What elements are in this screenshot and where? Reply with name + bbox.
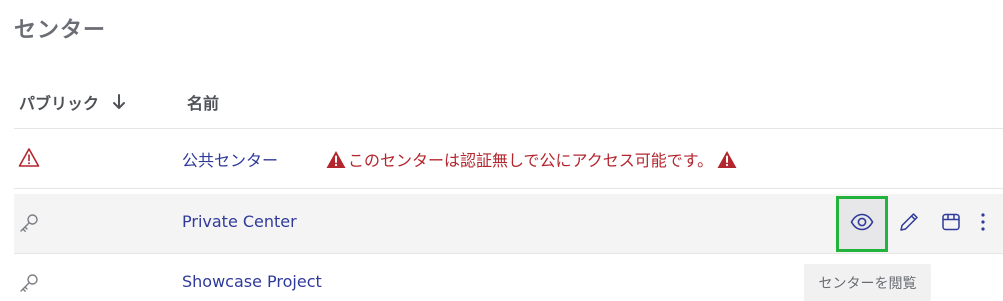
key-icon	[18, 212, 40, 234]
sort-arrow-down-icon[interactable]	[111, 93, 127, 111]
column-header-public[interactable]: パブリック	[19, 90, 127, 114]
table-row: 公共センター このセンターは認証無しで公にアクセス可能です。	[14, 129, 1003, 189]
edit-center-button[interactable]	[888, 203, 930, 245]
key-icon	[18, 272, 40, 294]
center-name-link[interactable]: Private Center	[182, 212, 297, 231]
eye-icon	[850, 213, 874, 235]
view-center-tooltip: センターを閲覧	[804, 264, 931, 301]
public-access-warning: このセンターは認証無しで公にアクセス可能です。	[326, 147, 737, 171]
warning-triangle-icon	[18, 147, 40, 169]
more-vertical-icon	[980, 212, 986, 236]
center-name-link[interactable]: Showcase Project	[182, 272, 322, 291]
centers-page: センター パブリック 名前 公共センター このセンターは認証無しで公にアクセス可…	[0, 0, 1003, 301]
box-icon	[940, 211, 962, 237]
column-header-name[interactable]: 名前	[187, 90, 219, 114]
page-title: センター	[14, 18, 107, 43]
more-options-button[interactable]	[972, 203, 994, 245]
pencil-icon	[898, 211, 920, 237]
warning-filled-icon	[326, 150, 346, 169]
table-header: パブリック 名前	[14, 82, 1003, 129]
row-actions	[836, 194, 994, 253]
table-row: Private Center	[14, 194, 1003, 254]
center-name-link[interactable]: 公共センター	[182, 147, 278, 171]
column-header-public-label: パブリック	[19, 94, 100, 113]
view-center-button[interactable]	[836, 195, 888, 252]
archive-center-button[interactable]	[930, 203, 972, 245]
warning-filled-icon	[717, 150, 737, 169]
warning-text: このセンターは認証無しで公にアクセス可能です。	[348, 151, 714, 170]
